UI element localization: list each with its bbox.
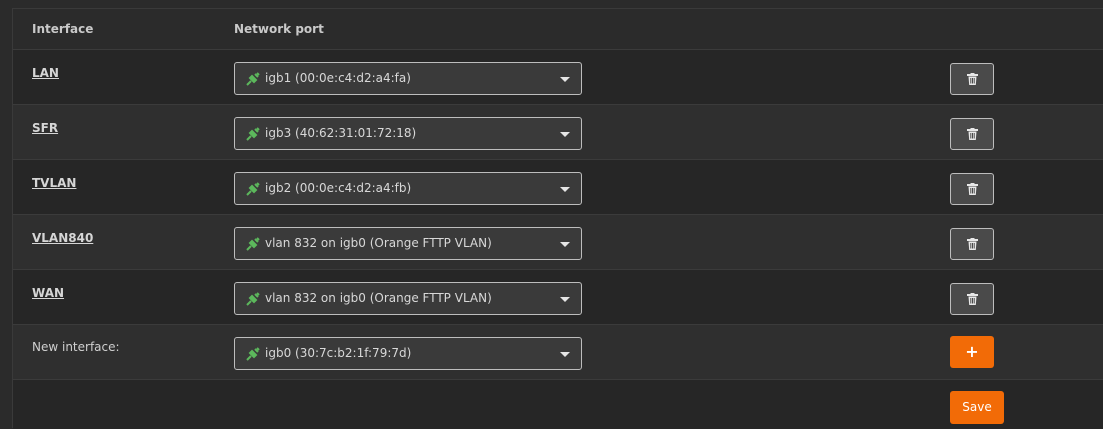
plug-icon	[246, 72, 260, 86]
caret-down-icon	[560, 297, 570, 302]
plug-icon	[246, 347, 260, 361]
interface-link-sfr[interactable]: SFR	[32, 121, 58, 135]
table-row: LAN igb1 (00:0e:c4:d2:a4:fa)	[13, 49, 1103, 104]
caret-down-icon	[560, 132, 570, 137]
save-button[interactable]: Save	[950, 391, 1004, 424]
plug-icon	[246, 127, 260, 141]
caret-down-icon	[560, 187, 570, 192]
caret-down-icon	[560, 242, 570, 247]
trash-icon	[967, 128, 978, 140]
table-header: Interface Network port	[13, 9, 1103, 49]
delete-interface-button[interactable]	[950, 228, 994, 260]
delete-interface-button[interactable]	[950, 63, 994, 95]
plug-icon	[246, 182, 260, 196]
network-port-select[interactable]: vlan 832 on igb0 (Orange FTTP VLAN)	[234, 227, 582, 260]
actions-row: Save	[13, 379, 1103, 429]
trash-icon	[967, 73, 978, 85]
trash-icon	[967, 238, 978, 250]
network-port-value: igb1 (00:0e:c4:d2:a4:fa)	[265, 71, 411, 85]
network-port-value: igb0 (30:7c:b2:1f:79:7d)	[265, 346, 412, 360]
delete-interface-button[interactable]	[950, 118, 994, 150]
table-row: WAN vlan 832 on igb0 (Orange FTTP VLAN)	[13, 269, 1103, 324]
table-row: SFR igb3 (40:62:31:01:72:18)	[13, 104, 1103, 159]
interface-link-vlan840[interactable]: VLAN840	[32, 231, 93, 245]
interface-link-lan[interactable]: LAN	[32, 66, 59, 80]
table-row: VLAN840 vlan 832 on igb0 (Orange FTTP VL…	[13, 214, 1103, 269]
interface-link-wan[interactable]: WAN	[32, 286, 64, 300]
network-port-value: vlan 832 on igb0 (Orange FTTP VLAN)	[265, 236, 492, 250]
caret-down-icon	[560, 77, 570, 82]
delete-interface-button[interactable]	[950, 283, 994, 315]
network-port-select[interactable]: igb2 (00:0e:c4:d2:a4:fb)	[234, 172, 582, 205]
interface-assignment-panel: Interface Network port LAN igb1 (00:0e:c…	[12, 8, 1103, 429]
new-interface-label: New interface:	[32, 340, 120, 354]
new-interface-row: New interface: igb0 (30:7c:b2:1f:79:7d) …	[13, 324, 1103, 379]
trash-icon	[967, 183, 978, 195]
plus-icon: +	[965, 342, 979, 361]
plug-icon	[246, 292, 260, 306]
header-interface: Interface	[32, 22, 94, 36]
network-port-select[interactable]: vlan 832 on igb0 (Orange FTTP VLAN)	[234, 282, 582, 315]
network-port-value: igb3 (40:62:31:01:72:18)	[265, 126, 417, 140]
interface-link-tvlan[interactable]: TVLAN	[32, 176, 76, 190]
plug-icon	[246, 237, 260, 251]
table-row: TVLAN igb2 (00:0e:c4:d2:a4:fb)	[13, 159, 1103, 214]
network-port-value: igb2 (00:0e:c4:d2:a4:fb)	[265, 181, 412, 195]
network-port-select[interactable]: igb1 (00:0e:c4:d2:a4:fa)	[234, 62, 582, 95]
trash-icon	[967, 293, 978, 305]
network-port-select[interactable]: igb3 (40:62:31:01:72:18)	[234, 117, 582, 150]
caret-down-icon	[560, 352, 570, 357]
add-interface-button[interactable]: +	[950, 336, 994, 368]
new-interface-port-select[interactable]: igb0 (30:7c:b2:1f:79:7d)	[234, 337, 582, 370]
header-network-port: Network port	[234, 22, 324, 36]
network-port-value: vlan 832 on igb0 (Orange FTTP VLAN)	[265, 291, 492, 305]
delete-interface-button[interactable]	[950, 173, 994, 205]
